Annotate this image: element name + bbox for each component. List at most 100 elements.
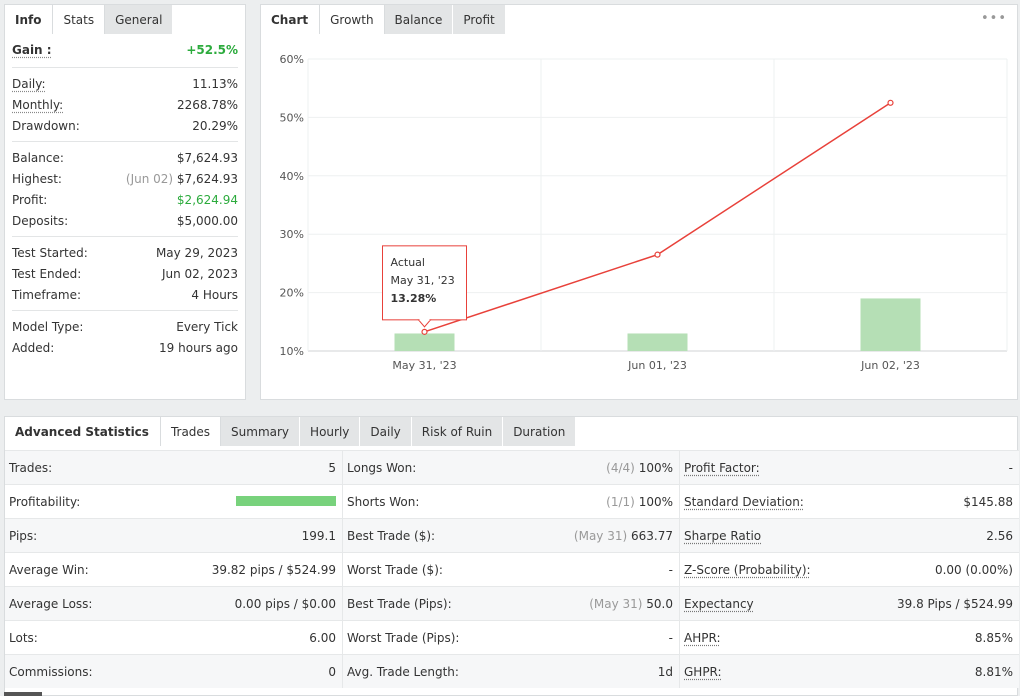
stat-cell: AHPR: 8.85% [679,621,1019,654]
balance-row: Balance: $7,624.93 [12,147,238,168]
stat-number: 0.00 pips / $0.00 [234,596,336,611]
deposits-row: Deposits: $5,000.00 [12,210,238,231]
balance-label: Balance: [12,150,64,165]
stat-label: Trades: [9,460,53,475]
y-tick-label: 40% [280,170,304,183]
stat-cell: Average Loss: 0.00 pips / $0.00 [5,587,342,620]
daily-label[interactable]: Daily: [12,77,46,91]
tab-balance[interactable]: Balance [384,5,454,34]
divider [12,310,238,311]
stat-cell: Longs Won: (4/4) 100% [342,451,679,484]
stat-number: 199.1 [301,528,336,543]
y-tick-label: 60% [280,53,304,66]
highest-date: (Jun 02) [125,171,174,186]
profit-row: Profit: $2,624.94 [12,189,238,210]
tab-summary[interactable]: Summary [221,417,301,446]
monthly-label[interactable]: Monthly: [12,98,63,112]
gain-label[interactable]: Gain : [12,43,52,57]
tab-stats[interactable]: Stats [52,5,106,34]
stat-label[interactable]: Expectancy [684,597,754,611]
stat-cell: GHPR: 8.81% [679,655,1019,688]
x-tick-label: Jun 01, '23 [627,359,687,372]
gain-row: Gain : +52.5% [12,38,238,62]
stat-value: 2.56 [986,529,1013,543]
added-value: 19 hours ago [159,340,238,355]
test-started-label: Test Started: [12,245,88,260]
stat-cell: Profit Factor: - [679,451,1019,484]
test-ended-value: Jun 02, 2023 [161,266,238,281]
monthly-row: Monthly: 2268.78% [12,94,238,115]
tooltip-date: May 31, '23 [391,274,455,287]
divider [12,141,238,142]
tab-risk-of-ruin[interactable]: Risk of Ruin [411,417,504,446]
y-tick-label: 50% [280,111,304,124]
growth-line [424,102,891,333]
stat-number: 50.0 [646,596,673,611]
stat-number: 100% [638,494,673,509]
tab-info[interactable]: Info [5,5,53,34]
stat-cell: Best Trade (Pips): (May 31) 50.0 [342,587,679,620]
tab-growth[interactable]: Growth [319,5,385,34]
stat-cell: Best Trade ($): (May 31) 663.77 [342,519,679,552]
stat-value: (4/4) 100% [606,461,673,475]
stat-value [236,495,336,509]
stat-label[interactable]: Z-Score (Probability): [684,563,811,577]
stat-cell: Pips: 199.1 [5,519,342,552]
tab-advanced-statistics[interactable]: Advanced Statistics [5,417,160,446]
profit-label: Profit: [12,192,48,207]
y-tick-label: 30% [280,228,304,241]
stat-cell: Commissions: 0 [5,655,342,688]
stat-value: 0.00 pips / $0.00 [235,597,336,611]
stat-number: 100% [638,460,673,475]
tab-chart[interactable]: Chart [261,5,320,34]
tooltip-pointer [417,319,432,328]
stat-number: 8.81% [974,664,1013,679]
divider [12,236,238,237]
highest-row: Highest: (Jun 02) $7,624.93 [12,168,238,189]
drawdown-row: Drawdown: 20.29% [12,115,238,136]
y-tick-label: 20% [280,287,304,300]
stat-cell: Expectancy 39.8 Pips / $524.99 [679,587,1019,620]
tooltip-pointer-mask [419,318,430,321]
table-row: Average Win: 39.82 pips / $524.99 Worst Tr… [5,552,1019,586]
tab-duration[interactable]: Duration [503,417,577,446]
chart-bar [394,333,455,351]
stat-number: 39.8 Pips / $524.99 [896,596,1013,611]
more-options-icon[interactable]: ••• [981,11,1007,26]
stat-number: - [1008,460,1013,475]
stat-cell: Lots: 6.00 [5,621,342,654]
table-row: Commissions: 0 Avg. Trade Length: 1d GHPR: 8.… [5,654,1019,688]
stat-detail: (May 31) [589,596,643,611]
model-type-value: Every Tick [176,319,238,334]
stat-label[interactable]: GHPR: [684,665,722,679]
tab-profit[interactable]: Profit [453,5,506,34]
stat-number: 663.77 [631,528,673,543]
stat-label: Shorts Won: [347,494,420,509]
stat-number: 0 [328,664,336,679]
stat-label: Worst Trade (Pips): [347,630,460,645]
scroll-indicator [4,692,42,696]
stat-label[interactable]: Standard Deviation: [684,495,804,509]
stat-value: 199.1 [302,529,336,543]
stat-cell: Standard Deviation: $145.88 [679,485,1019,518]
tab-trades[interactable]: Trades [159,417,222,446]
stat-label[interactable]: AHPR: [684,631,720,645]
divider [12,67,238,68]
stat-number: 2.56 [986,528,1013,543]
balance-value: $7,624.93 [176,150,238,165]
tab-daily[interactable]: Daily [360,417,412,446]
daily-row: Daily: 11.13% [12,73,238,94]
stat-number: 39.82 pips / $524.99 [211,562,336,577]
tab-general[interactable]: General [105,5,174,34]
stat-cell: Trades: 5 [5,451,342,484]
timeframe-row: Timeframe: 4 Hours [12,284,238,305]
stat-label[interactable]: Profit Factor: [684,461,760,475]
stat-label[interactable]: Sharpe Ratio [684,529,761,543]
added-label: Added: [12,340,55,355]
stat-number: 5 [328,460,336,475]
tab-hourly[interactable]: Hourly [300,417,361,446]
stat-label: Longs Won: [347,460,417,475]
stat-label: Pips: [9,528,38,543]
advanced-statistics-panel: Advanced Statistics Trades Summary Hourl… [4,416,1019,696]
stat-cell: Z-Score (Probability): 0.00 (0.00%) [679,553,1019,586]
